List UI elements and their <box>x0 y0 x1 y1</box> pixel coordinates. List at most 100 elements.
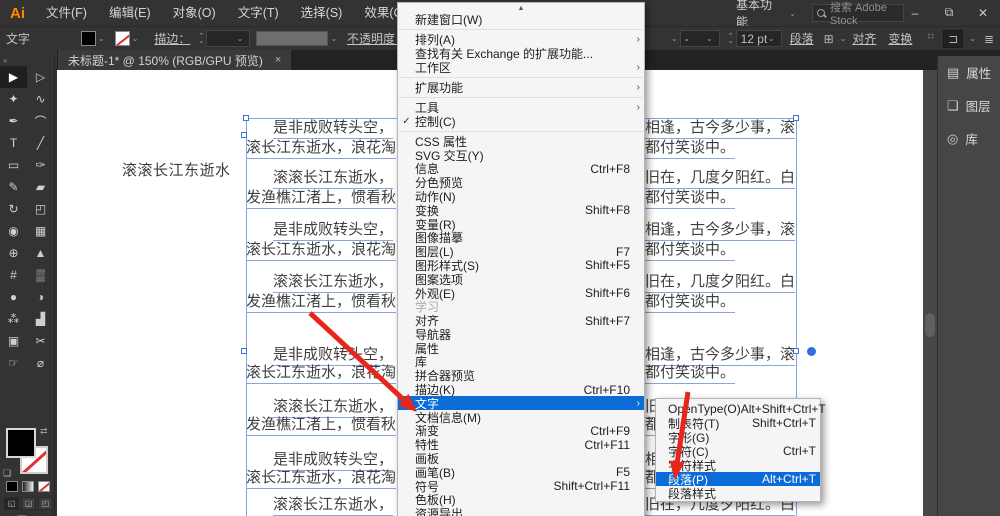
menubar-item-3[interactable]: 文字(T) <box>227 0 290 26</box>
paintbrush-tool[interactable]: ✑ <box>27 154 54 176</box>
document-tab[interactable]: 未标题-1* @ 150% (RGB/GPU 预览) × <box>58 50 291 70</box>
window-menu-item-6[interactable]: ✓控制(C) <box>398 114 644 128</box>
rotate-tool[interactable]: ↻ <box>0 198 27 220</box>
chevron-down-icon[interactable]: ⌄ <box>671 34 678 43</box>
curvature-tool[interactable]: ⌒ <box>27 110 54 132</box>
close-tab-icon[interactable]: × <box>275 54 281 66</box>
stroke-weight-label[interactable]: 描边： <box>154 30 190 47</box>
gradient-tool[interactable]: ▒ <box>27 264 54 286</box>
none-button[interactable] <box>38 481 50 492</box>
frame-in-port[interactable] <box>241 132 247 138</box>
type-tool[interactable]: T <box>0 132 27 154</box>
stroke-weight-field[interactable]: ⌄ <box>206 30 250 47</box>
menubar-item-4[interactable]: 选择(S) <box>290 0 354 26</box>
layers-panel-button[interactable]: ❏图层 <box>938 89 1000 122</box>
menu-list-icon[interactable]: ≣ <box>984 32 994 46</box>
tool-grid: ▶▷✦∿✒⌒T╱ ▭ ✑✎▰↻◰◉▦⊕ ▲ #▒●◑⁂▟▣✂ ☞ ⌀ <box>0 66 54 374</box>
width-tool[interactable]: ◉ <box>0 220 27 242</box>
chevron-down-icon[interactable]: ⌄ <box>132 34 139 43</box>
type-submenu-item-6[interactable]: 段落样式 <box>656 486 820 500</box>
hand-tool[interactable]: ☞ <box>0 352 27 374</box>
app-logo[interactable]: Ai <box>0 5 35 22</box>
menubar-item-1[interactable]: 编辑(E) <box>98 0 162 26</box>
window-menu-item-34[interactable]: 资源导出 <box>398 507 644 516</box>
chevron-down-icon[interactable]: ⌄ <box>98 34 105 43</box>
pen-tool[interactable]: ✒ <box>0 110 27 132</box>
window-controls: – ⧉ ✕ <box>898 0 1000 25</box>
shaper-tool[interactable]: ✎ <box>0 176 27 198</box>
poem-line-3-left: 发渔樵江渚上，惯看秋 <box>246 190 396 209</box>
dock-panel-icon[interactable]: ⊐ <box>943 30 963 48</box>
perspective-grid-tool[interactable]: ▲ <box>27 242 54 264</box>
poem-line-7-left: 发渔樵江渚上，惯看秋 <box>246 294 396 313</box>
rectangle-tool-icon: ▭ <box>8 158 19 172</box>
stroke-weight-stepper[interactable]: ⌃⌄ <box>198 34 204 44</box>
frame-handle-left-middle[interactable] <box>241 348 247 354</box>
restore-button[interactable]: ⧉ <box>932 0 966 25</box>
frame-out-port-dot[interactable] <box>807 347 816 356</box>
window-menu-item-3[interactable]: 工作区› <box>398 61 644 75</box>
menu-item-label: 控制(C) <box>415 113 620 130</box>
eraser-tool[interactable]: ▰ <box>27 176 54 198</box>
direct-selection-tool[interactable]: ▷ <box>27 66 54 88</box>
chevron-down-icon[interactable]: ⌄ <box>969 34 976 43</box>
lasso-tool[interactable]: ∿ <box>27 88 54 110</box>
close-button[interactable]: ✕ <box>966 0 1000 25</box>
libraries-panel-button[interactable]: ◎库 <box>938 122 1000 155</box>
color-button[interactable] <box>6 481 18 492</box>
scrollbar-thumb[interactable] <box>925 313 935 337</box>
shape-builder-tool[interactable]: ⊕ <box>0 242 27 264</box>
artboard-text[interactable]: 滚滚长江东逝水 <box>122 159 231 180</box>
perspective-grid-tool-icon: ▲ <box>35 246 47 260</box>
mesh-tool[interactable]: # <box>0 264 27 286</box>
line-segment-tool[interactable]: ╱ <box>27 132 54 154</box>
draw-behind-button[interactable]: ◲ <box>21 497 36 510</box>
slice-tool[interactable]: ✂ <box>27 330 54 352</box>
fill-indicator[interactable] <box>6 428 36 458</box>
blend-tool[interactable]: ◑ <box>27 286 54 308</box>
window-menu-item-4[interactable]: 扩展功能› <box>398 81 644 95</box>
minimize-button[interactable]: – <box>898 0 932 25</box>
gradient-button[interactable] <box>22 481 34 492</box>
graph-tool[interactable]: ▟ <box>27 308 54 330</box>
scale-tool[interactable]: ◰ <box>27 198 54 220</box>
vertical-scrollbar[interactable] <box>923 70 937 516</box>
width-profile-dropdown[interactable] <box>256 31 328 46</box>
symbol-sprayer-tool[interactable]: ⁂ <box>0 308 27 330</box>
poem-line-9-left: 滚长江东逝水，浪花淘 <box>246 365 396 384</box>
tools-panel-header[interactable]: « <box>0 56 54 66</box>
free-transform-tool[interactable]: ▦ <box>27 220 54 242</box>
window-menu-item-0[interactable]: 新建窗口(W) <box>398 13 644 27</box>
stroke-color-swatch[interactable] <box>115 31 130 46</box>
magic-wand-tool[interactable]: ✦ <box>0 88 27 110</box>
eyedropper-tool[interactable]: ● <box>0 286 27 308</box>
zoom-tool[interactable]: ⌀ <box>27 352 54 374</box>
font-size-stepper[interactable]: ⌃⌄ <box>728 34 734 44</box>
fill-color-swatch[interactable] <box>81 31 96 46</box>
poem-line-13-left: 滚长江东逝水，浪花淘 <box>246 470 396 489</box>
align-panel-link[interactable]: 对齐 <box>852 30 876 47</box>
paragraph-panel-link[interactable]: 段落 <box>790 30 814 47</box>
chevron-down-icon[interactable]: ⌄ <box>840 34 847 43</box>
touch-type-icon[interactable]: ⊞ <box>824 32 834 46</box>
selection-tool[interactable]: ▶ <box>0 66 27 88</box>
workspace-switcher[interactable]: 基本功能 ⌄ <box>736 3 798 23</box>
properties-panel-button[interactable]: ▤属性 <box>938 56 1000 89</box>
menubar-item-0[interactable]: 文件(F) <box>35 0 98 26</box>
frame-handle-top-left[interactable] <box>243 115 249 121</box>
draw-inside-button[interactable]: ◰ <box>38 497 53 510</box>
menubar-item-2[interactable]: 对象(O) <box>162 0 227 26</box>
frame-handle-right-middle[interactable] <box>793 348 799 354</box>
font-style-field[interactable]: -⌄ <box>680 30 720 47</box>
swap-fill-stroke-icon[interactable]: ⇄ <box>40 426 48 437</box>
rectangle-tool[interactable]: ▭ <box>0 154 27 176</box>
transform-panel-link[interactable]: 变换 <box>888 30 912 47</box>
frame-handle-top-right[interactable] <box>793 115 799 121</box>
artboard-tool[interactable]: ▣ <box>0 330 27 352</box>
stock-search-input[interactable]: 搜索 Adobe Stock <box>812 4 904 22</box>
draw-normal-button[interactable]: ◱ <box>4 497 19 510</box>
default-fill-stroke-icon[interactable]: ❏ <box>3 468 11 479</box>
font-size-field[interactable]: 12 pt⌄ <box>736 30 782 47</box>
hand-tool-icon: ☞ <box>8 356 19 370</box>
chevron-down-icon[interactable]: ⌄ <box>330 34 337 43</box>
